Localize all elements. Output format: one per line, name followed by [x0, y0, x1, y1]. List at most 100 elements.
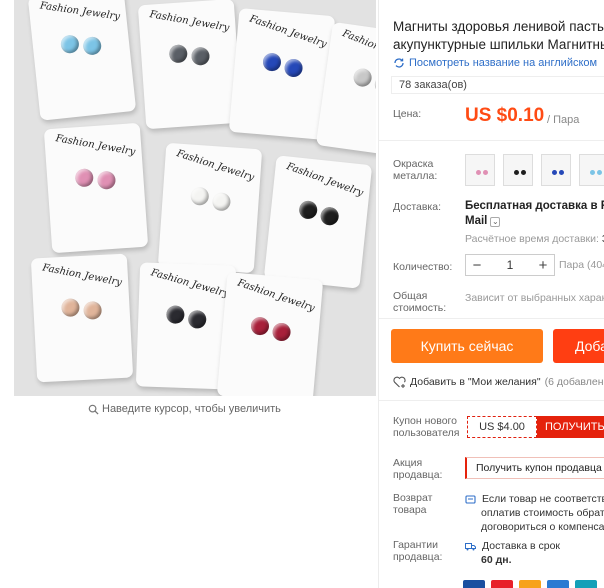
earring-stud [60, 298, 80, 318]
color-swatch[interactable] [541, 154, 571, 186]
get-coupon-button[interactable]: ПОЛУЧИТЬ [537, 416, 604, 438]
earring-stud [83, 300, 103, 320]
earring-stud [283, 58, 304, 78]
translate-icon [394, 58, 404, 68]
color-label-line: металла: [393, 170, 438, 182]
divider [379, 400, 604, 401]
get-seller-coupon-button[interactable]: Получить купон продавца [465, 457, 604, 479]
product-image[interactable]: Fashion Jewelry Fashion Jewelry Fashion Je… [14, 0, 376, 396]
zoom-hint: Наведите курсор, чтобы увеличить [88, 403, 281, 415]
earring-card: Fashion Jewelry [263, 155, 373, 289]
product-title: Магниты здоровья ленивой пасты акупункту… [393, 18, 604, 54]
add-to-wishlist-link[interactable]: Добавить в "Мои желания" (6 добавлений) [393, 376, 604, 388]
truck-icon [465, 542, 476, 550]
earring-stud [211, 192, 232, 212]
returns-label-line: товара [393, 504, 427, 516]
promo-label-line: продавца: [393, 469, 443, 481]
quantity-input[interactable]: 1 [488, 258, 532, 272]
swatch-stud [521, 170, 526, 175]
returns-label: Возврат товара [393, 492, 432, 516]
coupon-label-line: Купон нового [393, 415, 457, 427]
chevron-down-icon[interactable]: ⌄ [490, 216, 501, 227]
card-brand-text: Fashion Jewelry [149, 267, 231, 301]
card-brand-text: Fashion Jewelry [54, 133, 137, 158]
guarantee-line: Доставка в срок [482, 540, 561, 552]
guarantee-label-line: продавца: [393, 551, 443, 563]
card-brand-text: Fashion Jewelry [248, 13, 328, 51]
payment-method-logo [575, 580, 597, 588]
new-user-coupon: US $4.00 ПОЛУЧИТЬ [467, 416, 604, 438]
color-swatch[interactable] [465, 154, 495, 186]
carrier-select[interactable]: Mail ⌄ [465, 214, 604, 229]
card-brand-text: Fashion Jewelry [148, 9, 231, 34]
payment-method-logo [519, 580, 541, 588]
card-brand-text: Fashion Jewelry [236, 277, 316, 315]
earring-card: Fashion Jewelry [43, 122, 149, 254]
payment-method-logo [463, 580, 485, 588]
guarantee-label-line: Гарантии [393, 539, 438, 551]
payment-method-logo [547, 580, 569, 588]
guarantee-info: Доставка в срок 60 дн. [465, 539, 560, 567]
magnifier-icon [88, 404, 99, 415]
product-title-line: акупунктурные шпильки Магнитные [393, 37, 604, 52]
guarantee-label: Гарантии продавца: [393, 539, 442, 563]
earring-stud [352, 67, 373, 88]
quantity-plus-button[interactable]: + [532, 257, 554, 274]
earring-stud [166, 305, 185, 324]
total-value: Зависит от выбранных харак [465, 292, 604, 304]
earring-card: Fashion Jewelry [30, 253, 134, 383]
color-swatch[interactable] [579, 154, 604, 186]
price-label: Цена: [393, 108, 422, 120]
return-box-icon [465, 494, 476, 504]
card-brand-text: Fashion Jewelry [39, 0, 121, 23]
delivery-estimate-label: Расчётное время доставки: [465, 233, 599, 245]
product-detail: Магниты здоровья ленивой пасты акупункту… [378, 0, 604, 588]
earring-stud [190, 46, 211, 66]
product-title-line: Магниты здоровья ленивой пасты [393, 19, 604, 34]
swatch-stud [483, 170, 488, 175]
seller-promo-label: Акция продавца: [393, 457, 442, 481]
coupon-amount: US $4.00 [467, 416, 537, 438]
quantity-minus-button[interactable]: − [466, 257, 488, 274]
earring-stud [187, 310, 207, 329]
promo-label-line: Акция [393, 457, 423, 469]
payment-method-logo [491, 580, 513, 588]
buy-now-button[interactable]: Купить сейчас [391, 329, 543, 363]
returns-label-line: Возврат [393, 492, 433, 504]
swatch-stud [590, 170, 595, 175]
new-user-coupon-label: Купон нового пользователя [393, 415, 460, 439]
earring-stud [82, 35, 103, 56]
returns-line: Если товар не соответств [482, 493, 604, 505]
shipping-info: Бесплатная доставка в Russ Mail ⌄ [465, 199, 604, 229]
price-unit: / Пара [547, 114, 580, 126]
zoom-hint-text: Наведите курсор, чтобы увеличить [102, 403, 281, 415]
color-swatch[interactable] [503, 154, 533, 186]
earring-card: Fashion Jewelry [27, 0, 137, 121]
earring-stud [271, 322, 292, 342]
total-label-line: Общая [393, 290, 428, 302]
quantity-label: Количество: [393, 261, 453, 273]
divider [379, 318, 604, 319]
color-label-line: Окраска [393, 158, 434, 170]
earring-stud [262, 52, 282, 72]
wishlist-count: (6 добавлений) [544, 376, 604, 388]
delivery-estimate: Расчётное время доставки: 3 [465, 233, 604, 245]
heart-plus-icon [393, 376, 406, 388]
earring-stud [298, 200, 319, 220]
swatch-stud [597, 170, 602, 175]
swatch-stud [514, 170, 519, 175]
swatch-stud [559, 170, 564, 175]
add-to-cart-button[interactable]: Доба [553, 329, 604, 363]
wishlist-text: Добавить в "Мои желания" [410, 376, 541, 388]
earring-card: Fashion Jewelry [157, 142, 263, 274]
color-label: Окраска металла: [393, 158, 437, 182]
earring-stud [168, 44, 188, 64]
total-label: Общая стоимость: [393, 290, 446, 314]
translate-title-link[interactable]: Посмотреть название на английском [393, 57, 597, 69]
returns-info: Если товар не соответств оплатив стоимос… [465, 492, 604, 534]
carrier-name: Mail [465, 215, 488, 227]
card-brand-text: Fashion Jewelry [175, 148, 256, 184]
color-swatches [465, 154, 604, 186]
returns-line: договориться о компенса [481, 521, 604, 533]
earring-card: Fashion Jewelry [137, 0, 243, 130]
